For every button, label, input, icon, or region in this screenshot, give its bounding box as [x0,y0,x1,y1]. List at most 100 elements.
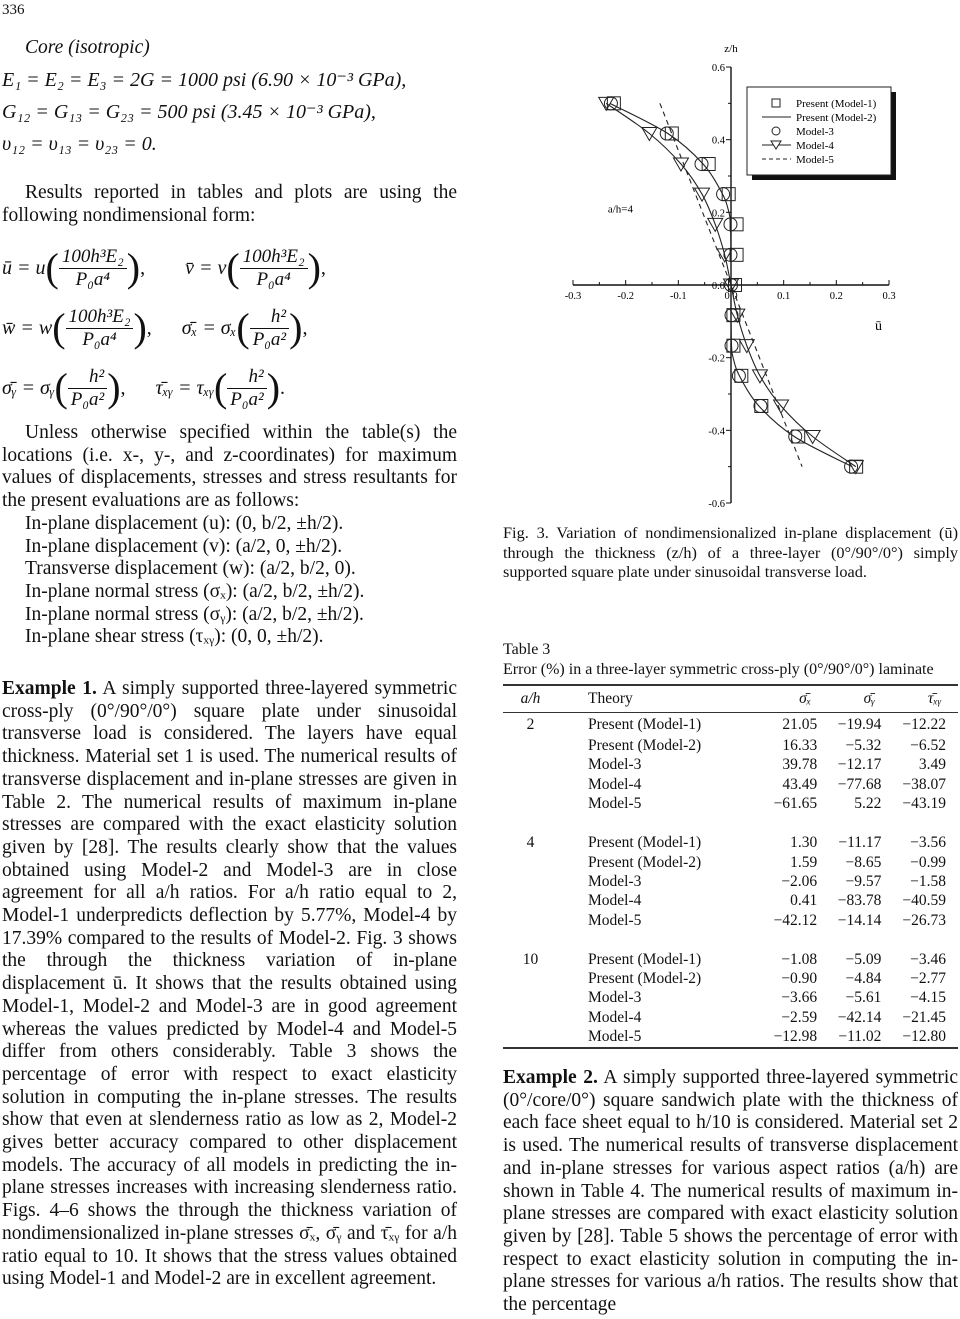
cell-sigma-y: −5.09 [845,950,882,968]
legend-marker-square [771,98,781,108]
example-2-text: A simply supported three-layered symmetr… [503,1067,958,1316]
cell-ah [503,756,558,775]
cell-theory: Model-5 [588,795,642,813]
frac-denominator: P₀a⁴ [256,268,291,290]
cell-ah [503,872,558,891]
cell-ah [503,989,558,1008]
cell-ah [503,911,558,930]
eq-sy-frac: h² P₀a² [67,366,108,411]
cell-sigma-x: 0.41 [790,892,818,910]
col-header-theory: Theory [588,690,633,707]
material-line-2: G₁₂ = G₁₃ = G₂₃ = 500 psi (3.45 × 10⁻³ G… [2,100,376,123]
y-tick-label: 0.6 [712,63,725,74]
material-line-3: υ₁₂ = υ₁₃ = υ₂₃ = 0. [2,132,157,155]
marker-circle [694,157,709,172]
col-header-sigma-y: σ̄ᵧ [863,690,875,707]
cell-sigma-x: −3.66 [781,989,818,1007]
group-spacer [503,930,958,950]
cell-tau-xy: −12.80 [902,1028,946,1045]
paren-left: ( [52,305,66,350]
cell-sigma-y: −14.14 [837,911,882,929]
location-item: In-plane normal stress (σᵧ): (a/2, b/2, … [25,603,364,625]
table-header-row: a/h Theory σ̄ₓ σ̄ᵧ τ̄ₓᵧ [503,685,958,713]
cell-sigma-x: 21.05 [782,715,818,733]
cell-tau-xy: −38.07 [902,775,946,793]
cell-sigma-y: −9.57 [845,872,882,890]
x-tick-label: 0.2 [830,291,843,302]
cell-theory: Model-3 [588,756,642,774]
cell-sigma-x: −61.65 [773,795,818,813]
cell-sigma-x: −1.08 [781,950,818,968]
cell-tau-xy: 3.49 [918,756,946,774]
cell-tau-xy: −3.56 [910,834,946,852]
cell-sigma-x: −2.59 [781,1008,818,1026]
cell-sigma-y: −4.84 [845,970,882,988]
cell-sigma-y: −83.78 [837,892,882,910]
cell-theory: Present (Model-1) [588,834,702,852]
core-heading: Core (isotropic) [25,37,150,58]
cell-ah [503,1027,558,1047]
frac-denominator: P₀a² [70,388,105,410]
table-row: 4 Present (Model-1) 1.30 −11.17 −3.56 [503,834,958,853]
table-row: Model-4 43.49 −77.68 −38.07 [503,775,958,794]
cell-sigma-x: 1.30 [790,834,818,852]
y-tick-label: -0.2 [708,354,725,365]
cell-tau-xy: −43.19 [902,795,946,813]
y-tick-label: -0.4 [708,426,725,437]
cell-sigma-x: −42.12 [773,911,818,929]
y-tick-label: 0.2 [712,208,725,219]
table-row: Present (Model-2) 16.33 −5.32 −6.52 [503,737,958,756]
legend-label: Model-3 [796,126,834,138]
cell-ah: 10 [522,950,539,968]
frac-numerator: 100h³E₂ [58,246,127,269]
example-1-section: Example 1. A simply supported three-laye… [2,678,457,1291]
material-line-1: E₁ = E₂ = E₃ = 2G = 1000 psi (6.90 × 10⁻… [2,68,407,91]
eq-u-lhs: ū = u [2,256,46,279]
equation-row-1: ū = u ( 100h³E₂ P₀a⁴ ) , v̄ = v ( 100h³E… [2,238,482,298]
eq-v-lhs: v̄ = v [185,256,227,279]
marker-circle [659,126,674,141]
example-1-paragraph: Example 1. A simply supported three-laye… [2,678,457,1291]
cell-ah [503,737,558,756]
paren-right: ) [107,365,121,410]
table-3: Table 3 Error (%) in a three-layer symme… [503,640,958,1049]
table-row: Model-3 39.78 −12.17 3.49 [503,756,958,775]
table-3-body: 2 Present (Model-1) 21.05 −19.94 −12.22 Prese… [503,713,958,1048]
cell-sigma-x: −0.90 [781,970,818,988]
cell-theory: Present (Model-2) [588,737,702,755]
cell-sigma-y: −19.94 [837,715,882,733]
y-tick-label: 0.0 [712,281,725,292]
x-tick-label: -0.3 [565,291,582,302]
cell-sigma-x: 43.49 [782,775,818,793]
cell-sigma-x: 39.78 [782,756,818,774]
frac-denominator: P₀a² [252,328,287,350]
table-row: 10 Present (Model-1) −1.08 −5.09 −3.46 [503,950,958,969]
nondimensional-equations: ū = u ( 100h³E₂ P₀a⁴ ) , v̄ = v ( 100h³E… [2,238,482,418]
comma: , [140,256,146,279]
cell-tau-xy: −3.46 [910,950,946,968]
eq-w-frac: 100h³E₂ P₀a⁴ [65,306,134,351]
table-row: Present (Model-2) −0.90 −4.84 −2.77 [503,969,958,988]
locations-list: In-plane displacement (u): (0, b/2, ±h/2… [2,513,457,649]
y-axis-label: z/h [724,43,738,55]
location-item: In-plane shear stress (τₓᵧ): (0, 0, ±h/2… [25,626,324,648]
location-item: Transverse displacement (w): (a/2, b/2, … [25,558,356,580]
cell-theory: Model-4 [588,1008,642,1026]
cell-ah [503,853,558,872]
example-2-section: Example 2. A simply supported three-laye… [503,1067,958,1317]
cell-sigma-y: 5.22 [854,795,882,813]
cell-ah [503,794,558,813]
eq-v-frac: 100h³E₂ P₀a⁴ [239,246,308,291]
cell-theory: Present (Model-2) [588,853,702,871]
table-row: Model-5 −61.65 5.22 −43.19 [503,794,958,813]
col-header-tau-xy: τ̄ₓᵧ [927,690,942,707]
cell-sigma-y: −5.32 [845,737,882,755]
example-2-label: Example 2. [503,1067,598,1088]
group-spacer [503,814,958,834]
eq-sx-lhs: σ̄ₓ = σₓ [181,316,237,339]
cell-sigma-x: 1.59 [790,853,818,871]
marker-circle [788,429,803,444]
marker-circle [753,398,768,413]
cell-theory: Model-3 [588,989,642,1007]
example-1-label: Example 1. [2,678,97,699]
